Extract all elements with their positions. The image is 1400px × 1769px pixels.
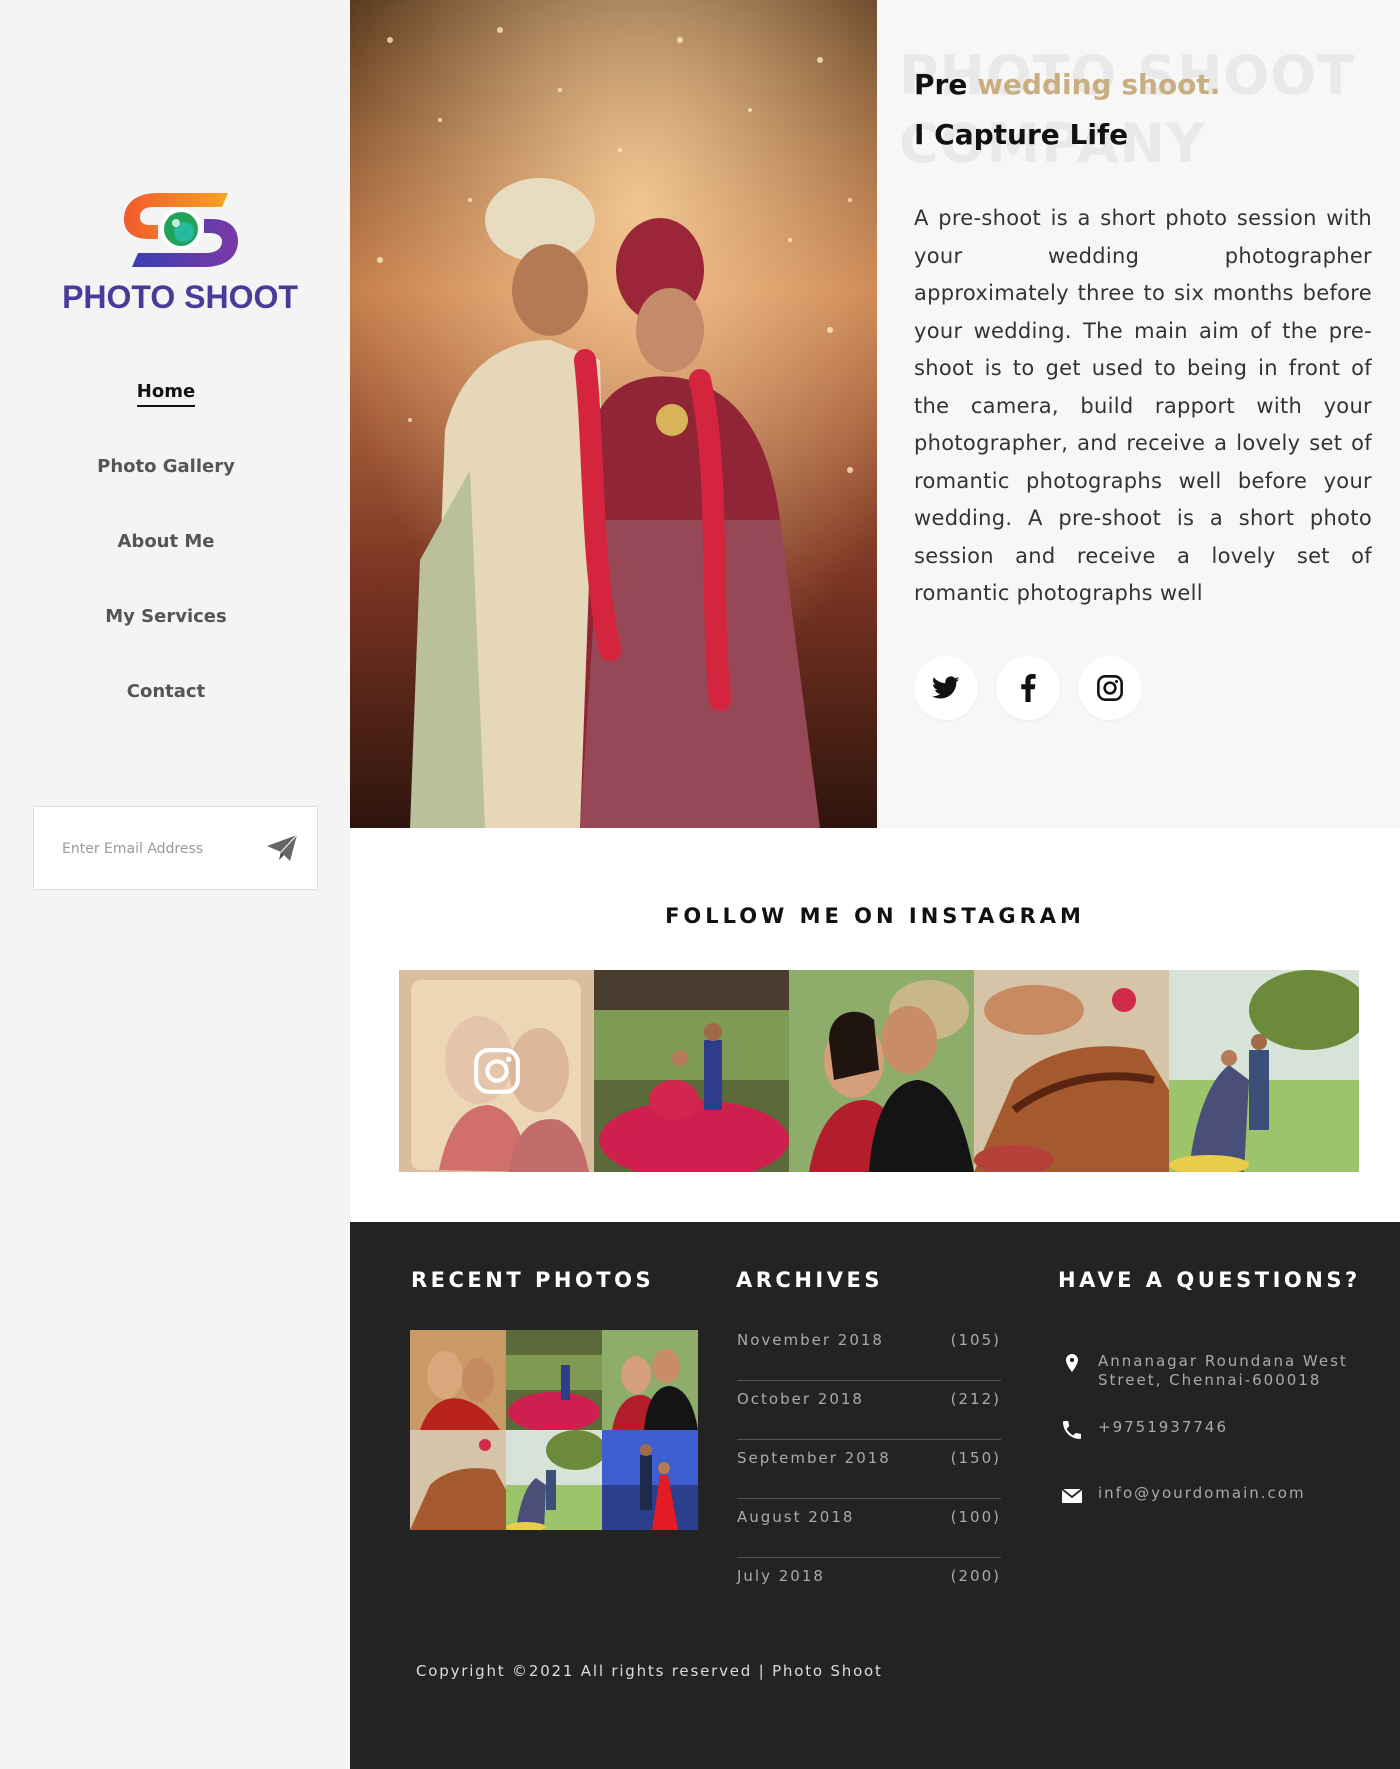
envelope-icon	[1061, 1488, 1083, 1503]
subscribe-button[interactable]	[262, 831, 302, 867]
phone-text: +9751937746	[1098, 1418, 1229, 1436]
instagram-icon	[1097, 675, 1123, 701]
recent-photo[interactable]	[506, 1430, 602, 1530]
headline-prefix: Pre	[914, 68, 978, 101]
map-marker-icon	[1066, 1354, 1078, 1372]
recent-photo[interactable]	[602, 1430, 698, 1530]
recent-photos-title: RECENT PHOTOS	[411, 1268, 655, 1292]
archive-count: (105)	[950, 1331, 1001, 1349]
archive-count: (100)	[950, 1508, 1001, 1526]
nav-item-contact[interactable]: Contact	[0, 672, 332, 747]
recent-photo-image	[410, 1330, 506, 1430]
instagram-section: FOLLOW ME ON INSTAGRAM	[350, 828, 1400, 1222]
archive-month: August 2018	[737, 1508, 855, 1526]
nav-item-photo-gallery[interactable]: Photo Gallery	[0, 447, 332, 522]
headline-accent: wedding shoot.	[977, 68, 1221, 101]
recent-photo-image	[602, 1330, 698, 1430]
instagram-photo[interactable]	[399, 970, 594, 1172]
couple-red-dress-photo	[594, 970, 789, 1172]
recent-photo[interactable]	[506, 1330, 602, 1430]
email-input[interactable]	[62, 835, 262, 863]
couple-photo	[350, 0, 877, 828]
archive-month: September 2018	[737, 1449, 891, 1467]
hero-headline: Pre wedding shoot. I Capture Life	[914, 60, 1220, 160]
archive-item[interactable]: November 2018 (105)	[737, 1322, 1001, 1381]
contact-phone[interactable]: +9751937746	[1060, 1418, 1380, 1484]
archive-item[interactable]: October 2018 (212)	[737, 1381, 1001, 1440]
copyright-text: Copyright ©2021 All rights reserved | Ph…	[416, 1662, 883, 1680]
instagram-photo[interactable]	[974, 970, 1169, 1172]
nav-item-label: Photo Gallery	[97, 456, 235, 477]
archive-month: November 2018	[737, 1331, 884, 1349]
nav-item-label: Home	[136, 381, 196, 407]
archive-count: (150)	[950, 1449, 1001, 1467]
archives-title: ARCHIVES	[736, 1268, 883, 1292]
instagram-icon	[473, 1048, 520, 1094]
nav-item-home[interactable]: Home	[0, 372, 332, 447]
hero-photo	[350, 0, 877, 828]
facebook-button[interactable]	[996, 656, 1060, 720]
instagram-photo[interactable]	[1169, 970, 1359, 1172]
archive-item[interactable]: September 2018 (150)	[737, 1440, 1001, 1499]
recent-photo-image	[506, 1330, 602, 1430]
archive-count: (200)	[950, 1567, 1001, 1585]
recent-photo[interactable]	[602, 1330, 698, 1430]
sidebar: PHOTO SHOOT Home Photo Gallery About Me …	[0, 0, 350, 1769]
contact-info: Annanagar Roundana West Street, Chennai-…	[1060, 1352, 1380, 1524]
instagram-grid	[399, 970, 1359, 1172]
instagram-title: FOLLOW ME ON INSTAGRAM	[665, 904, 1085, 928]
mehendi-hands-photo	[974, 970, 1169, 1172]
contact-email[interactable]: info@yourdomain.com	[1060, 1484, 1380, 1524]
phone-icon	[1063, 1421, 1081, 1439]
twitter-button[interactable]	[914, 656, 978, 720]
recent-photo-image	[410, 1430, 506, 1530]
archives-list: November 2018 (105) October 2018 (212) Sep…	[737, 1322, 1001, 1617]
archive-item[interactable]: August 2018 (100)	[737, 1499, 1001, 1558]
contact-title: HAVE A QUESTIONS?	[1058, 1268, 1361, 1292]
email-text: info@yourdomain.com	[1098, 1484, 1306, 1502]
nav-item-label: My Services	[105, 606, 227, 627]
nav-item-my-services[interactable]: My Services	[0, 597, 332, 672]
facebook-icon	[1021, 674, 1036, 702]
instagram-photo[interactable]	[594, 970, 789, 1172]
brand-name: PHOTO SHOOT	[62, 279, 298, 315]
social-links	[914, 656, 1142, 720]
archive-month: October 2018	[737, 1390, 864, 1408]
instagram-overlay	[399, 970, 594, 1172]
nav-item-label: Contact	[126, 681, 206, 702]
recent-photo-image	[506, 1430, 602, 1530]
recent-photo-image	[602, 1430, 698, 1530]
main-nav: Home Photo Gallery About Me My Services …	[0, 372, 332, 747]
archive-count: (212)	[950, 1390, 1001, 1408]
nav-item-about-me[interactable]: About Me	[0, 522, 332, 597]
archive-item[interactable]: July 2018 (200)	[737, 1558, 1001, 1617]
instagram-photo[interactable]	[789, 970, 974, 1172]
address-text: Annanagar Roundana West Street, Chennai-…	[1098, 1352, 1348, 1389]
recent-photo[interactable]	[410, 1330, 506, 1430]
site-footer: RECENT PHOTOS ARCHIVES November 2018 (105…	[350, 1222, 1400, 1769]
recent-photos-grid	[410, 1330, 698, 1530]
camera-logo-icon	[124, 193, 238, 267]
hero-intro: PHOTO SHOOT COMPANY Pre wedding shoot. I…	[877, 0, 1400, 828]
couple-field-photo	[1169, 970, 1359, 1172]
instagram-button[interactable]	[1078, 656, 1142, 720]
nav-item-label: About Me	[117, 531, 215, 552]
headline-line2: I Capture Life	[914, 118, 1129, 151]
couple-smiling-photo	[789, 970, 974, 1172]
subscribe-form	[33, 806, 318, 890]
archive-month: July 2018	[737, 1567, 825, 1585]
twitter-icon	[932, 676, 960, 699]
brand-logo[interactable]: PHOTO SHOOT	[60, 185, 300, 316]
contact-address: Annanagar Roundana West Street, Chennai-…	[1060, 1352, 1380, 1418]
paper-plane-icon	[267, 834, 298, 861]
recent-photo[interactable]	[410, 1430, 506, 1530]
intro-paragraph: A pre-shoot is a short photo session wit…	[914, 206, 1372, 605]
